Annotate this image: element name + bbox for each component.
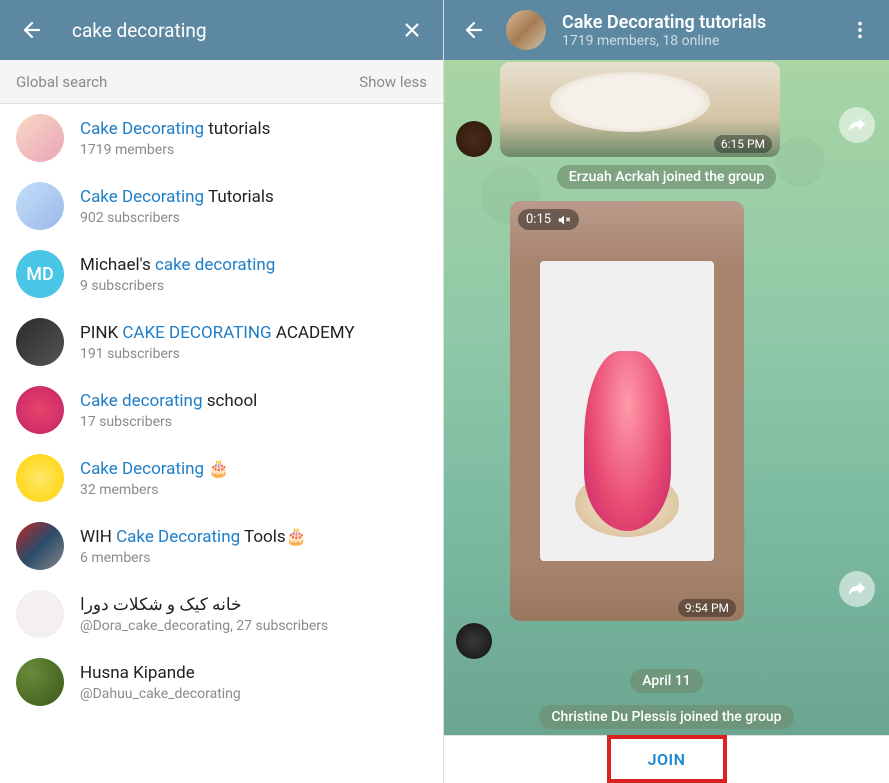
result-title: Cake decorating school — [80, 390, 427, 412]
result-text: خانه کیک و شکلات دورا @Dora_cake_decorati… — [80, 594, 427, 634]
forward-button[interactable] — [839, 571, 875, 607]
message-row[interactable]: 0:15 9:54 PM — [444, 195, 889, 623]
search-result-item[interactable]: MD Michael's cake decorating 9 subscribers — [0, 240, 443, 308]
more-button[interactable] — [845, 15, 875, 45]
result-text: WIH Cake Decorating Tools🎂 6 members — [80, 526, 427, 566]
result-avatar — [16, 182, 64, 230]
result-avatar: MD — [16, 250, 64, 298]
close-icon — [401, 19, 423, 41]
back-button[interactable] — [458, 14, 490, 46]
chat-title: Cake Decorating tutorials — [562, 12, 829, 33]
search-input[interactable] — [72, 19, 373, 42]
more-vertical-icon — [849, 19, 871, 41]
result-avatar — [16, 114, 64, 162]
message-row[interactable]: 6:15 PM — [444, 60, 889, 159]
result-subtitle: 902 subscribers — [80, 210, 427, 226]
video-poster — [540, 261, 714, 561]
search-header — [0, 0, 443, 60]
search-result-item[interactable]: WIH Cake Decorating Tools🎂 6 members — [0, 512, 443, 580]
result-subtitle: 1719 members — [80, 142, 427, 158]
result-text: Michael's cake decorating 9 subscribers — [80, 254, 427, 294]
result-subtitle: @Dahuu_cake_decorating — [80, 686, 427, 702]
video-message-bubble[interactable]: 0:15 9:54 PM — [510, 201, 744, 621]
result-text: Cake Decorating tutorials 1719 members — [80, 118, 427, 158]
result-text: Cake Decorating Tutorials 902 subscribers — [80, 186, 427, 226]
search-result-item[interactable]: Cake Decorating Tutorials 902 subscribers — [0, 172, 443, 240]
search-result-item[interactable]: Cake Decorating 🎂 32 members — [0, 444, 443, 512]
result-avatar — [16, 454, 64, 502]
service-message: Erzuah Acrkah joined the group — [444, 159, 889, 195]
service-pill: Erzuah Acrkah joined the group — [557, 165, 777, 189]
result-text: Cake Decorating 🎂 32 members — [80, 458, 427, 498]
result-subtitle: 6 members — [80, 550, 427, 566]
result-avatar — [16, 386, 64, 434]
result-title: PINK CAKE DECORATING ACADEMY — [80, 322, 427, 344]
result-subtitle: @Dora_cake_decorating, 27 subscribers — [80, 618, 427, 634]
search-result-item[interactable]: PINK CAKE DECORATING ACADEMY 191 subscrib… — [0, 308, 443, 376]
result-title: Michael's cake decorating — [80, 254, 427, 276]
result-subtitle: 9 subscribers — [80, 278, 427, 294]
show-less-link[interactable]: Show less — [359, 73, 427, 91]
share-arrow-icon — [847, 579, 867, 599]
result-subtitle: 32 members — [80, 482, 427, 498]
chat-subtitle: 1719 members, 18 online — [562, 33, 829, 49]
result-title: WIH Cake Decorating Tools🎂 — [80, 526, 427, 548]
video-duration: 0:15 — [526, 212, 551, 227]
service-message: Christine Du Plessis joined the group — [444, 699, 889, 735]
sender-avatar[interactable] — [456, 121, 492, 157]
back-button[interactable] — [16, 14, 48, 46]
result-title: Cake Decorating 🎂 — [80, 458, 427, 480]
result-title: Cake Decorating tutorials — [80, 118, 427, 140]
result-title: Husna Kipande — [80, 662, 427, 684]
subheader-label: Global search — [16, 73, 107, 91]
result-avatar — [16, 658, 64, 706]
date-separator: April 11 — [444, 663, 889, 699]
message-time: 9:54 PM — [678, 599, 736, 617]
search-subheader: Global search Show less — [0, 60, 443, 104]
chat-header-text[interactable]: Cake Decorating tutorials 1719 members, … — [562, 12, 829, 49]
result-subtitle: 191 subscribers — [80, 346, 427, 362]
result-text: Cake decorating school 17 subscribers — [80, 390, 427, 430]
message-row — [444, 623, 889, 663]
forward-button[interactable] — [839, 107, 875, 143]
muted-icon — [557, 213, 571, 227]
result-avatar — [16, 590, 64, 638]
service-pill: Christine Du Plessis joined the group — [539, 705, 793, 729]
search-result-item[interactable]: Husna Kipande @Dahuu_cake_decorating — [0, 648, 443, 716]
result-text: Husna Kipande @Dahuu_cake_decorating — [80, 662, 427, 702]
join-button[interactable]: JOIN — [648, 750, 686, 769]
search-panel: Global search Show less Cake Decorating … — [0, 0, 444, 783]
bottom-action-bar: JOIN — [444, 735, 889, 783]
result-title: خانه کیک و شکلات دورا — [80, 594, 427, 616]
chat-avatar[interactable] — [506, 10, 546, 50]
share-arrow-icon — [847, 115, 867, 135]
result-text: PINK CAKE DECORATING ACADEMY 191 subscrib… — [80, 322, 427, 362]
search-result-item[interactable]: خانه کیک و شکلات دورا @Dora_cake_decorati… — [0, 580, 443, 648]
result-subtitle: 17 subscribers — [80, 414, 427, 430]
image-message-bubble[interactable]: 6:15 PM — [500, 62, 780, 157]
chat-header[interactable]: Cake Decorating tutorials 1719 members, … — [444, 0, 889, 60]
arrow-left-icon — [462, 18, 486, 42]
arrow-left-icon — [20, 18, 44, 42]
sender-avatar[interactable] — [456, 623, 492, 659]
result-avatar — [16, 522, 64, 570]
result-title: Cake Decorating Tutorials — [80, 186, 427, 208]
search-result-item[interactable]: Cake decorating school 17 subscribers — [0, 376, 443, 444]
chat-body[interactable]: 6:15 PM Erzuah Acrkah joined the group 0… — [444, 60, 889, 735]
date-pill: April 11 — [630, 669, 703, 693]
chat-panel: Cake Decorating tutorials 1719 members, … — [444, 0, 889, 783]
result-avatar — [16, 318, 64, 366]
search-results[interactable]: Cake Decorating tutorials1719 membersCak… — [0, 104, 443, 783]
message-time: 6:15 PM — [714, 135, 772, 153]
search-result-item[interactable]: Cake Decorating tutorials 1719 members — [0, 104, 443, 172]
video-duration-badge: 0:15 — [518, 209, 579, 230]
clear-search-button[interactable] — [397, 15, 427, 45]
